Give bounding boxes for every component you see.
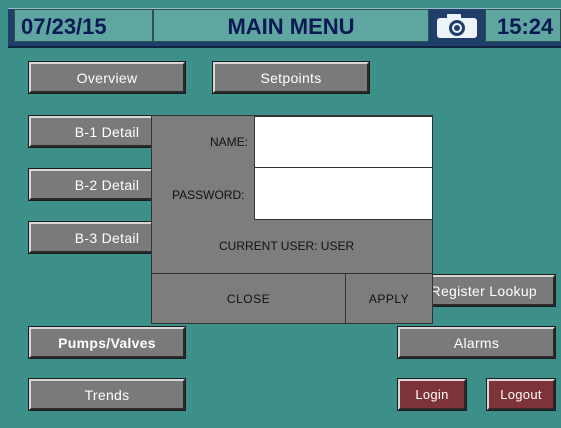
- password-label: PASSWORD:: [172, 188, 245, 202]
- current-user-label: CURRENT USER: USER: [219, 239, 355, 253]
- camera-icon[interactable]: [431, 9, 483, 42]
- name-label: NAME:: [210, 135, 249, 149]
- setpoints-button[interactable]: Setpoints: [213, 62, 369, 93]
- date-display: 07/23/15: [14, 9, 153, 42]
- login-dialog: NAME: PASSWORD: CURRENT USER: USER CLOSE…: [151, 115, 433, 324]
- hmi-screen: 07/23/15 MAIN MENU 15:24 Overview Setpoi…: [0, 0, 561, 428]
- page-title: MAIN MENU: [153, 9, 429, 42]
- time-display: 15:24: [485, 9, 561, 42]
- overview-button[interactable]: Overview: [29, 62, 185, 93]
- login-button[interactable]: Login: [398, 379, 466, 410]
- trends-button[interactable]: Trends: [29, 379, 185, 410]
- alarms-button[interactable]: Alarms: [398, 327, 555, 358]
- close-button[interactable]: CLOSE: [152, 274, 345, 324]
- apply-button[interactable]: APPLY: [346, 274, 432, 324]
- logout-button[interactable]: Logout: [487, 379, 555, 410]
- password-field[interactable]: [254, 167, 433, 220]
- name-field[interactable]: [254, 116, 433, 168]
- pumps-valves-button[interactable]: Pumps/Valves: [29, 327, 185, 358]
